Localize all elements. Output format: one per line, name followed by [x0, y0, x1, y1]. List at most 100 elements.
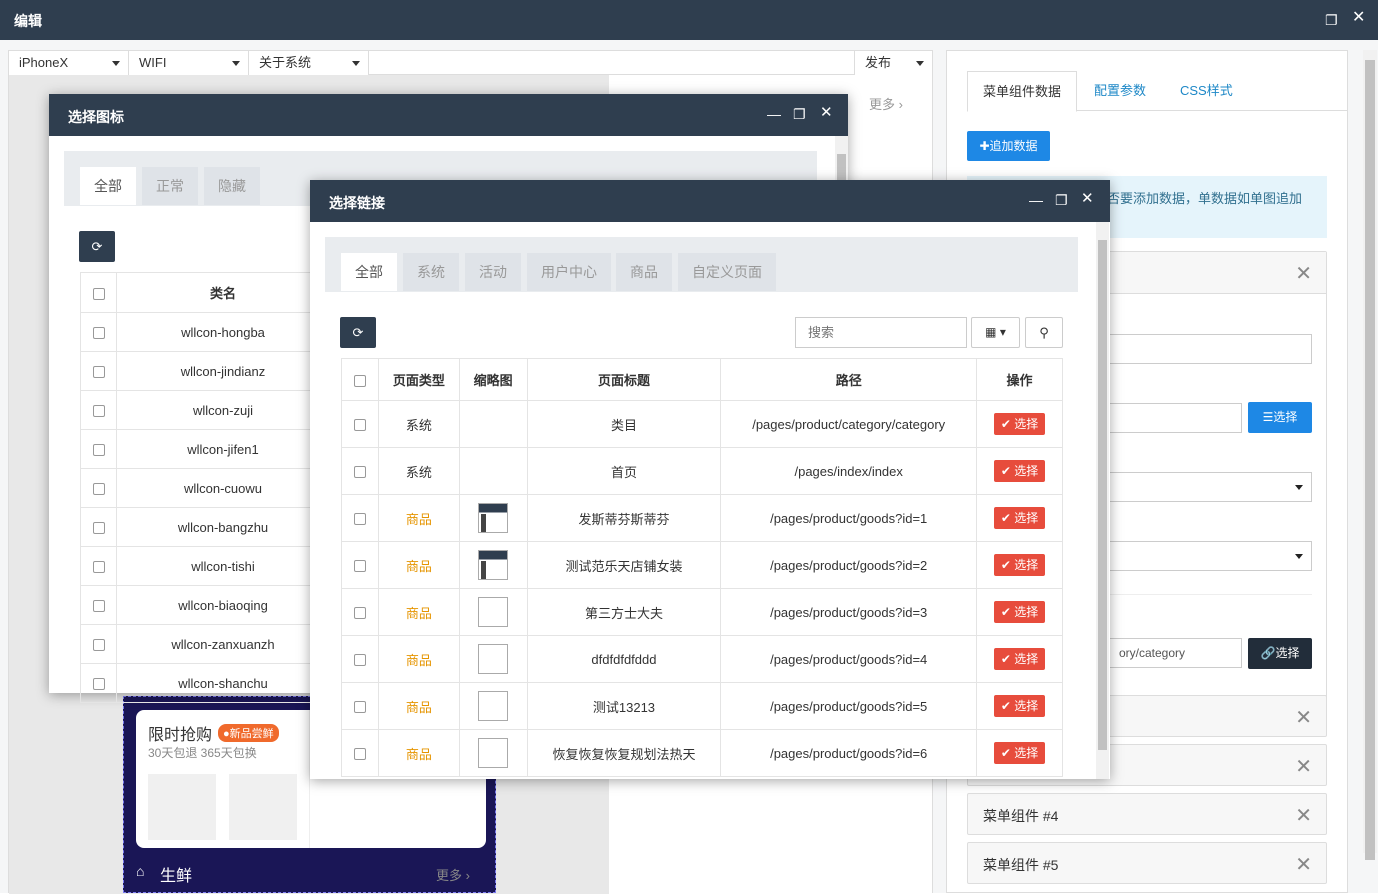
search-input[interactable] — [795, 317, 967, 348]
tab-goods[interactable]: 商品 — [616, 253, 672, 291]
table-row[interactable]: wllcon-zanxuanzh — [80, 624, 330, 664]
select-link-button[interactable]: 🔗选择 — [1248, 638, 1312, 669]
row-checkbox[interactable] — [353, 748, 366, 761]
refresh-button[interactable]: ⟳ — [340, 317, 376, 348]
panel-scrollbar[interactable] — [1363, 50, 1377, 860]
table-row[interactable]: wllcon-zuji — [80, 390, 330, 430]
select-button[interactable]: ✔ 选择 — [993, 742, 1046, 764]
add-data-button[interactable]: ✚追加数据 — [967, 131, 1050, 161]
row-checkbox[interactable] — [92, 522, 105, 535]
row-checkbox[interactable] — [353, 560, 366, 573]
select-all-cell — [80, 272, 117, 313]
chevron-down-icon — [232, 61, 240, 66]
scrollbar-thumb[interactable] — [1365, 60, 1375, 860]
scrollbar-thumb[interactable] — [1098, 240, 1107, 750]
table-row[interactable]: 商品 测试范乐天店铺女装/pages/product/goods?id=2 ✔ 选择 — [341, 541, 1063, 589]
table-row[interactable]: 系统 类目/pages/product/category/category ✔ 选择 — [341, 400, 1063, 448]
row-checkbox[interactable] — [92, 366, 105, 379]
tab-system[interactable]: 系统 — [403, 253, 459, 291]
close-icon[interactable]: ✕ — [1295, 705, 1312, 730]
select-all-checkbox[interactable] — [92, 287, 105, 300]
tab-hidden[interactable]: 隐藏 — [204, 167, 260, 205]
select-button[interactable]: ✔ 选择 — [993, 413, 1046, 435]
tab-config[interactable]: 配置参数 — [1079, 71, 1161, 111]
target-select[interactable] — [1108, 541, 1312, 571]
table-row[interactable]: wllcon-hongba — [80, 312, 330, 352]
close-icon[interactable]: ✕ — [1352, 10, 1365, 26]
select-button[interactable]: ✔ 选择 — [993, 507, 1046, 529]
tab-menu-data[interactable]: 菜单组件数据 — [967, 71, 1078, 112]
select-icon-button[interactable]: ☰选择 — [1248, 402, 1312, 433]
icon-input[interactable] — [1108, 403, 1242, 433]
row-checkbox[interactable] — [92, 444, 105, 457]
checkbox-cell — [80, 351, 117, 391]
type-select[interactable] — [1108, 472, 1312, 502]
tab-all[interactable]: 全部 — [341, 253, 397, 291]
minimize-icon[interactable]: — — [1029, 193, 1043, 207]
restore-icon[interactable]: ❐ — [1325, 13, 1338, 27]
minimize-icon[interactable]: — — [767, 107, 781, 121]
row-checkbox[interactable] — [92, 639, 105, 652]
table-row[interactable]: wllcon-tishi — [80, 546, 330, 586]
row-checkbox[interactable] — [92, 405, 105, 418]
close-icon[interactable]: ✕ — [1081, 191, 1094, 206]
menu-card-5[interactable]: 菜单组件 #5 ✕ — [967, 842, 1327, 884]
tab-normal[interactable]: 正常 — [142, 167, 198, 205]
row-checkbox[interactable] — [353, 607, 366, 620]
row-checkbox[interactable] — [92, 327, 105, 340]
page-select[interactable]: 关于系统 — [249, 51, 369, 75]
menu-card-4[interactable]: 菜单组件 #4 ✕ — [967, 793, 1327, 835]
close-icon[interactable]: ✕ — [1295, 803, 1312, 828]
row-checkbox[interactable] — [353, 419, 366, 432]
table-row[interactable]: 系统 首页/pages/index/index ✔ 选择 — [341, 447, 1063, 495]
table-row[interactable]: wllcon-cuowu — [80, 468, 330, 508]
select-button[interactable]: ✔ 选择 — [993, 695, 1046, 717]
select-button[interactable]: ✔ 选择 — [993, 554, 1046, 576]
row-checkbox[interactable] — [92, 600, 105, 613]
table-row[interactable]: 商品 发斯蒂芬斯蒂芬/pages/product/goods?id=1 ✔ 选择 — [341, 494, 1063, 542]
row-checkbox[interactable] — [353, 654, 366, 667]
table-row[interactable]: wllcon-jindianz — [80, 351, 330, 391]
network-select[interactable]: WIFI — [129, 51, 249, 75]
close-icon[interactable]: ✕ — [820, 105, 833, 120]
select-button[interactable]: ✔ 选择 — [993, 601, 1046, 623]
device-select[interactable]: iPhoneX — [9, 51, 129, 75]
select-all-checkbox[interactable] — [353, 374, 366, 387]
table-row[interactable]: wllcon-bangzhu — [80, 507, 330, 547]
close-icon[interactable]: ✕ — [1295, 261, 1312, 286]
table-row[interactable]: wllcon-biaoqing — [80, 585, 330, 625]
publish-select[interactable]: 发布 — [854, 51, 932, 75]
more-link[interactable]: 更多 › — [869, 94, 903, 113]
row-checkbox[interactable] — [353, 513, 366, 526]
close-icon[interactable]: ✕ — [1295, 754, 1312, 779]
row-checkbox[interactable] — [92, 678, 105, 691]
row-checkbox[interactable] — [92, 483, 105, 496]
link-path-input[interactable]: ory/category — [1108, 638, 1242, 668]
select-button[interactable]: ✔ 选择 — [993, 460, 1046, 482]
tab-all[interactable]: 全部 — [80, 167, 136, 205]
close-icon[interactable]: ✕ — [1295, 852, 1312, 877]
row-checkbox[interactable] — [353, 701, 366, 714]
table-row[interactable]: 商品 dfdfdfdfddd/pages/product/goods?id=4 ✔ … — [341, 635, 1063, 683]
tab-user-center[interactable]: 用户中心 — [527, 253, 611, 291]
restore-icon[interactable]: ❐ — [1055, 193, 1068, 207]
select-button[interactable]: ✔ 选择 — [993, 648, 1046, 670]
table-row[interactable]: 商品 第三方士大夫/pages/product/goods?id=3 ✔ 选择 — [341, 588, 1063, 636]
text-input[interactable] — [1108, 334, 1312, 364]
table-row[interactable]: 商品 恢复恢复恢复规划法热天/pages/product/goods?id=6 ✔ … — [341, 729, 1063, 777]
table-row[interactable]: wllcon-jifen1 — [80, 429, 330, 469]
class-name-cell: wllcon-hongba — [116, 312, 330, 352]
row-checkbox[interactable] — [353, 466, 366, 479]
table-row[interactable]: wllcon-shanchu — [80, 663, 330, 703]
dialog-scrollbar[interactable] — [1096, 222, 1109, 779]
fresh-more-link[interactable]: 更多 › — [436, 865, 470, 884]
table-row[interactable]: 商品 测试13213/pages/product/goods?id=5 ✔ 选择 — [341, 682, 1063, 730]
view-toggle-button[interactable]: ▦ ▾ — [971, 317, 1020, 348]
search-button[interactable]: ⚲ — [1025, 317, 1063, 348]
refresh-button[interactable]: ⟳ — [79, 231, 115, 262]
tab-css[interactable]: CSS样式 — [1165, 71, 1248, 111]
tab-activity[interactable]: 活动 — [465, 253, 521, 291]
row-checkbox[interactable] — [92, 561, 105, 574]
tab-custom-page[interactable]: 自定义页面 — [678, 253, 776, 291]
restore-icon[interactable]: ❐ — [793, 107, 806, 121]
